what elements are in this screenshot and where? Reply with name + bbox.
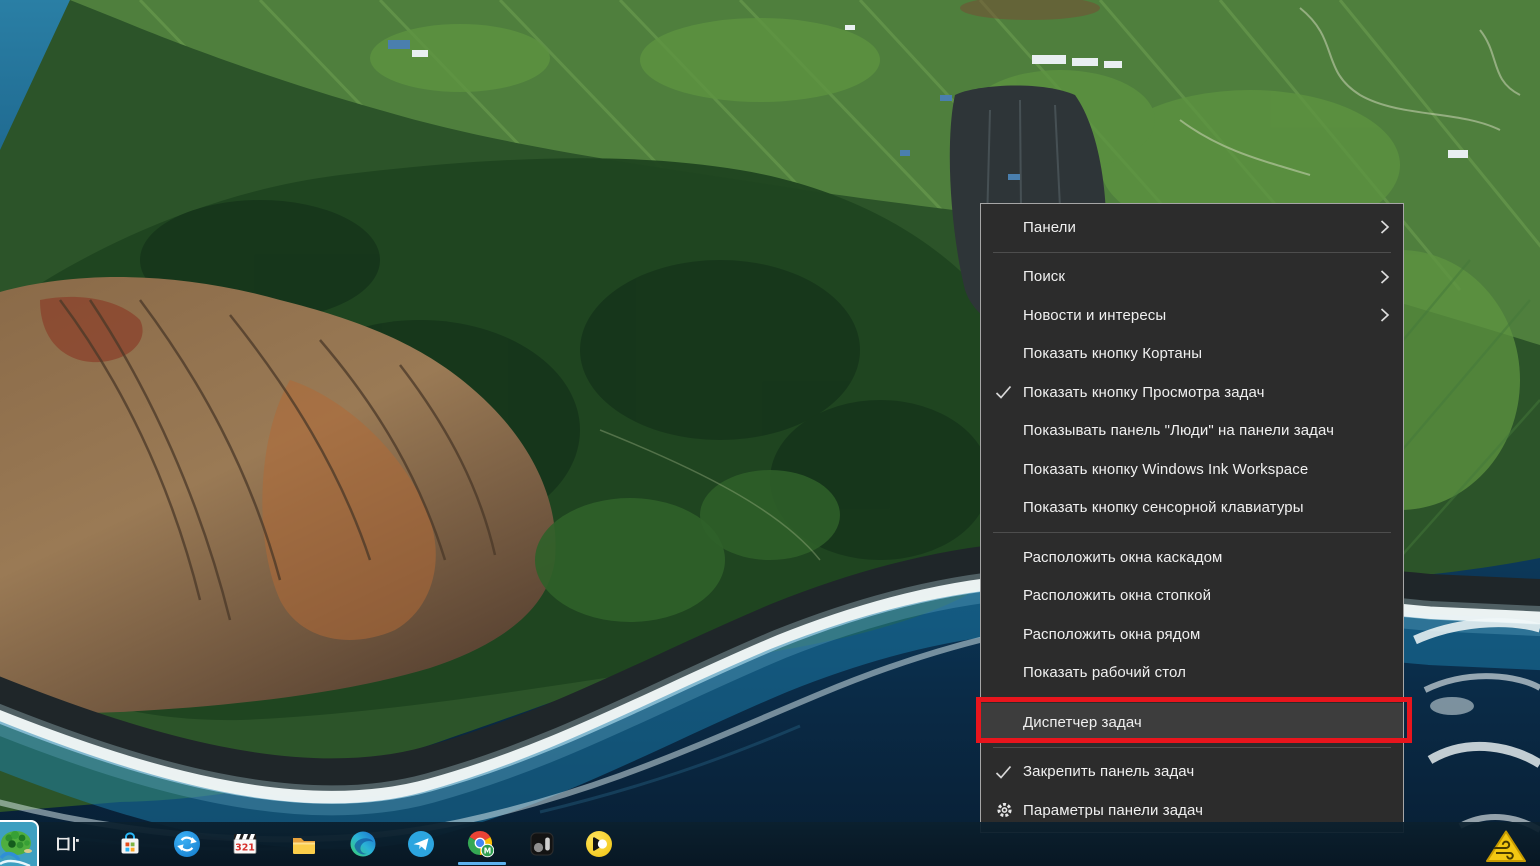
potplayer-icon bbox=[585, 830, 613, 858]
taskbar-context-menu: Панели Поиск Новости и интересы Показать… bbox=[980, 203, 1404, 833]
submenu-chevron-icon bbox=[1380, 219, 1390, 235]
menu-item-show-desktop[interactable]: Показать рабочий стол bbox=[981, 654, 1403, 693]
svg-text:321: 321 bbox=[235, 843, 255, 854]
menu-item-label: Показать кнопку сенсорной клавиатуры bbox=[1023, 499, 1304, 516]
menu-item-show-cortana-button[interactable]: Показать кнопку Кортаны bbox=[981, 335, 1403, 374]
menu-item-show-windows-ink-workspace[interactable]: Показать кнопку Windows Ink Workspace bbox=[981, 450, 1403, 489]
checkmark-icon bbox=[995, 385, 1012, 400]
potplayer-button[interactable] bbox=[585, 830, 613, 858]
submenu-chevron-icon bbox=[1380, 269, 1390, 285]
desktop: Панели Поиск Новости и интересы Показать… bbox=[0, 0, 1540, 866]
menu-item-stack-windows[interactable]: Расположить окна стопкой bbox=[981, 577, 1403, 616]
menu-item-label: Показать кнопку Кортаны bbox=[1023, 345, 1202, 362]
taskbar: 321 bbox=[0, 822, 1540, 866]
menu-item-label: Показывать панель "Люди" на панели задач bbox=[1023, 422, 1334, 439]
sync-app-button[interactable] bbox=[173, 830, 201, 858]
submenu-chevron-icon bbox=[1380, 307, 1390, 323]
telegram-button[interactable] bbox=[407, 830, 435, 858]
dark-media-app-button[interactable] bbox=[528, 830, 556, 858]
chrome-active-indicator bbox=[458, 862, 506, 865]
menu-item-lock-taskbar[interactable]: Закрепить панель задач bbox=[981, 753, 1403, 792]
menu-item-side-by-side-windows[interactable]: Расположить окна рядом bbox=[981, 615, 1403, 654]
menu-item-label: Панели bbox=[1023, 219, 1076, 236]
microsoft-edge-icon bbox=[349, 830, 377, 858]
task-view-icon bbox=[53, 830, 81, 858]
menu-item-label: Показать кнопку Просмотра задач bbox=[1023, 384, 1265, 401]
menu-item-label: Показать кнопку Windows Ink Workspace bbox=[1023, 461, 1308, 478]
file-explorer-button[interactable] bbox=[290, 830, 318, 858]
telegram-icon bbox=[407, 830, 435, 858]
island-illustration-watermark bbox=[0, 820, 39, 866]
dark-media-app-icon bbox=[528, 830, 556, 858]
menu-item-label: Диспетчер задач bbox=[1023, 714, 1142, 731]
google-chrome-icon: M bbox=[466, 829, 494, 859]
menu-item-label: Новости и интересы bbox=[1023, 307, 1166, 324]
menu-item-cascade-windows[interactable]: Расположить окна каскадом bbox=[981, 538, 1403, 577]
menu-item-label: Показать рабочий стол bbox=[1023, 664, 1186, 681]
menu-item-show-task-view-button[interactable]: Показать кнопку Просмотра задач bbox=[981, 373, 1403, 412]
microsoft-store-icon bbox=[116, 830, 144, 858]
microsoft-store-button[interactable] bbox=[116, 830, 144, 858]
menu-item-label: Закрепить панель задач bbox=[1023, 763, 1194, 780]
menu-item-show-touch-keyboard-button[interactable]: Показать кнопку сенсорной клавиатуры bbox=[981, 489, 1403, 528]
edge-button[interactable] bbox=[349, 830, 377, 858]
menu-item-news-and-interests[interactable]: Новости и интересы bbox=[981, 296, 1403, 335]
file-explorer-icon bbox=[290, 830, 318, 858]
menu-item-label: Расположить окна стопкой bbox=[1023, 587, 1211, 604]
chrome-profile-badge: M bbox=[484, 846, 491, 855]
menu-separator bbox=[993, 747, 1391, 748]
menu-separator bbox=[993, 697, 1391, 698]
menu-item-toolbars[interactable]: Панели bbox=[981, 208, 1403, 247]
menu-item-label: Расположить окна каскадом bbox=[1023, 549, 1222, 566]
media-player-classic-button[interactable]: 321 bbox=[231, 830, 259, 858]
menu-item-label: Поиск bbox=[1023, 268, 1065, 285]
menu-separator bbox=[993, 532, 1391, 533]
menu-item-search[interactable]: Поиск bbox=[981, 258, 1403, 297]
task-view-button[interactable] bbox=[53, 830, 81, 858]
menu-item-task-manager[interactable]: Диспетчер задач bbox=[981, 703, 1403, 742]
mpc-321-label: 321 bbox=[235, 843, 255, 854]
media-player-classic-321-icon: 321 bbox=[231, 830, 259, 858]
menu-item-label: Параметры панели задач bbox=[1023, 802, 1203, 819]
sync-app-icon bbox=[173, 830, 201, 858]
gear-icon bbox=[995, 801, 1014, 820]
checkmark-icon bbox=[995, 764, 1012, 779]
chrome-button[interactable]: M bbox=[466, 830, 494, 858]
wind-triangle-watermark bbox=[1484, 829, 1528, 865]
menu-item-show-people-bar[interactable]: Показывать панель "Люди" на панели задач bbox=[981, 412, 1403, 451]
menu-item-label: Расположить окна рядом bbox=[1023, 626, 1200, 643]
menu-separator bbox=[993, 252, 1391, 253]
